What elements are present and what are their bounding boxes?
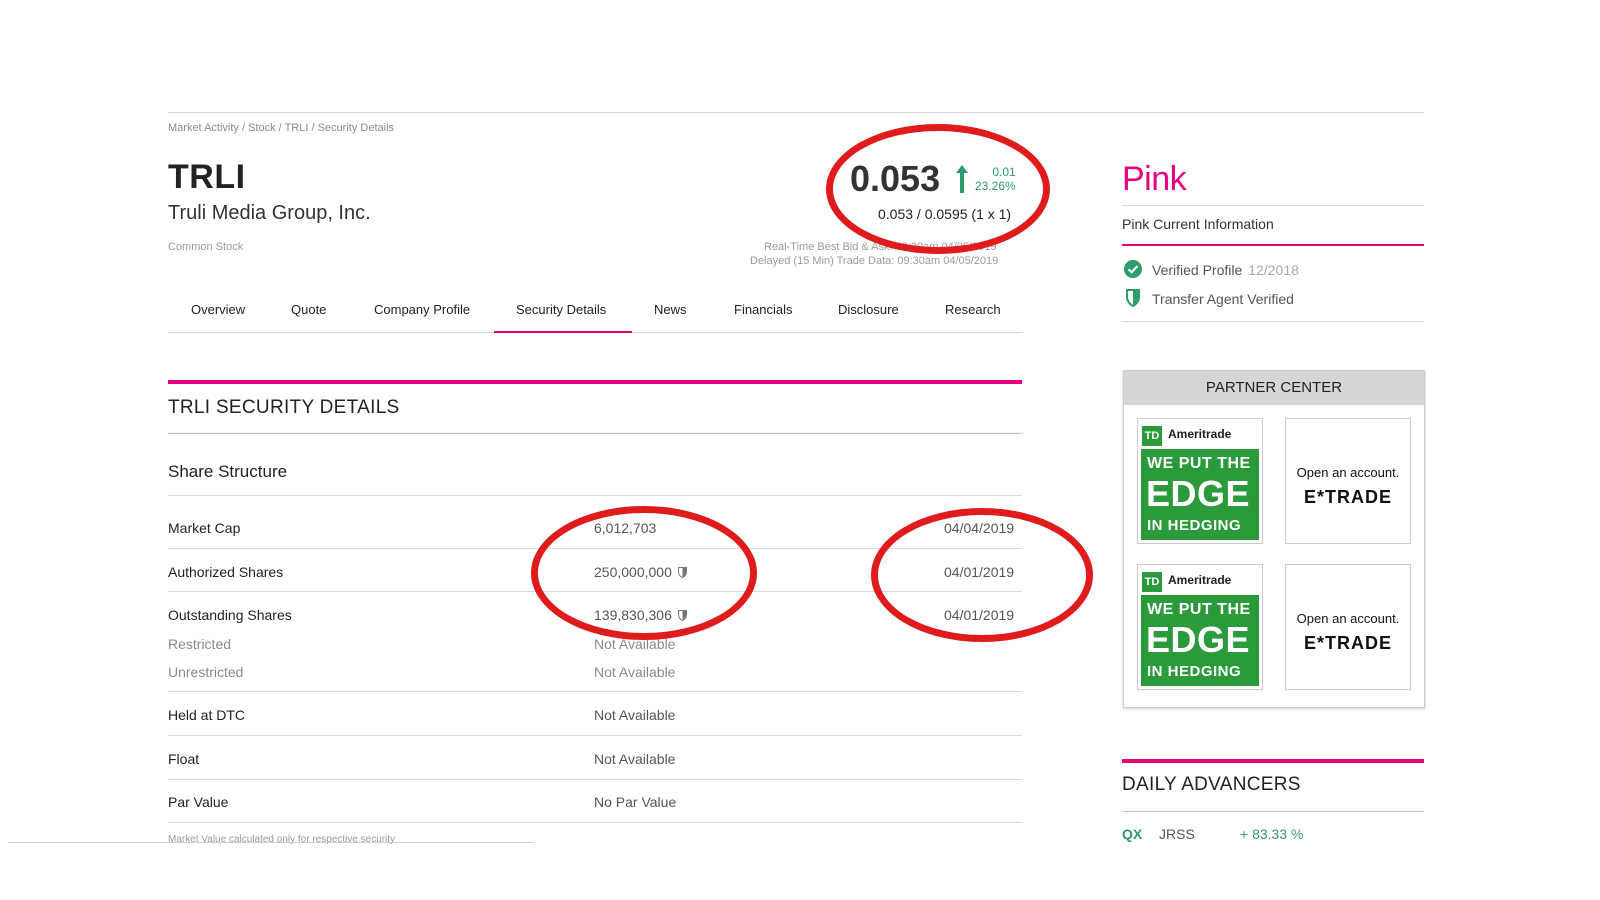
company-name: Truli Media Group, Inc. <box>168 202 371 224</box>
verified-profile-date: 12/2018 <box>1248 262 1299 278</box>
float-label: Float <box>168 751 200 767</box>
annotation-circle <box>871 508 1093 642</box>
section-accent-bar <box>168 380 1022 384</box>
divider <box>1122 205 1424 206</box>
breadcrumb-ticker[interactable]: TRLI <box>285 122 309 134</box>
breadcrumb-stock[interactable]: Stock <box>248 122 276 134</box>
otc-pink-logo[interactable]: Pink <box>1122 160 1187 199</box>
delayed-note: Delayed (15 Min) Trade Data: 09:30am 04/… <box>750 255 999 267</box>
divider <box>1122 321 1424 322</box>
daily-advancers-title: DAILY ADVANCERS <box>1122 774 1301 795</box>
etrade-logo: E*TRADE <box>1303 633 1392 653</box>
tier-info[interactable]: Pink Current Information <box>1122 216 1274 232</box>
tab-financials[interactable]: Financials <box>734 302 793 317</box>
verified-profile-label: Verified Profile <box>1152 262 1243 278</box>
verified-profile[interactable]: Verified Profile 12/2018 <box>1152 262 1299 278</box>
partner-center-title: PARTNER CENTER <box>1124 371 1424 405</box>
tab-company-profile[interactable]: Company Profile <box>374 302 470 317</box>
tab-quote[interactable]: Quote <box>291 302 326 317</box>
etrade-ad[interactable]: Open an account. E*TRADE <box>1285 564 1411 690</box>
ad-text: Open an account. <box>1296 465 1400 480</box>
section-divider <box>168 433 1022 434</box>
ad-headline-big: EDGE <box>1146 473 1251 514</box>
ticker-symbol: TRLI <box>168 158 246 196</box>
breadcrumb: Market Activity / Stock / TRLI / Securit… <box>168 122 395 134</box>
td-ameritrade-ad[interactable]: TD Ameritrade WE PUT THE EDGE IN HEDGING <box>1137 564 1263 690</box>
restricted-label: Restricted <box>168 636 232 652</box>
breadcrumb-market-activity[interactable]: Market Activity <box>168 122 239 134</box>
section-title: TRLI SECURITY DETAILS <box>168 397 400 418</box>
annotation-circle <box>531 506 757 640</box>
security-type: Common Stock <box>168 241 244 253</box>
breadcrumb-current: Security Details <box>317 122 395 134</box>
ad-headline-big: EDGE <box>1146 619 1251 660</box>
par-value-value: No Par Value <box>594 794 677 810</box>
share-structure-title: Share Structure <box>168 462 288 481</box>
divider <box>168 779 1022 780</box>
par-value-label: Par Value <box>168 794 229 810</box>
footnote: Market Value calculated only for respect… <box>168 834 396 845</box>
tab-overview[interactable]: Overview <box>191 302 245 317</box>
held-at-dtc-value: Not Available <box>594 707 676 723</box>
td-ameritrade-ad[interactable]: TD Ameritrade WE PUT THE EDGE IN HEDGING <box>1137 418 1263 544</box>
td-logo: TD <box>1142 572 1162 592</box>
td-logo: TD <box>1142 426 1162 446</box>
ad-headline: WE PUT THE <box>1147 455 1251 472</box>
tier-accent-line <box>1122 244 1424 246</box>
unrestricted-label: Unrestricted <box>168 664 244 680</box>
tab-security-details[interactable]: Security Details <box>516 302 606 317</box>
partner-center: PARTNER CENTER TD Ameritrade WE PUT THE … <box>1123 370 1425 708</box>
tab-disclosure[interactable]: Disclosure <box>838 302 899 317</box>
ad-subline: IN HEDGING <box>1147 517 1242 534</box>
float-value: Not Available <box>594 751 676 767</box>
annotation-circle <box>826 124 1050 254</box>
ad-subline: IN HEDGING <box>1147 663 1242 680</box>
market-cap-label: Market Cap <box>168 520 241 536</box>
held-at-dtc-label: Held at DTC <box>168 707 246 723</box>
ad-text: Open an account. <box>1296 611 1400 626</box>
shield-icon <box>1126 289 1140 307</box>
tab-bar: Overview Quote Company Profile Security … <box>168 290 1022 333</box>
ad-headline: WE PUT THE <box>1147 601 1251 618</box>
top-divider <box>168 112 1424 113</box>
divider <box>168 495 1022 496</box>
divider <box>168 691 1022 692</box>
unrestricted-value: Not Available <box>594 664 676 680</box>
tab-research[interactable]: Research <box>945 302 1001 317</box>
page-bottom-line <box>8 842 534 843</box>
ad-brand: Ameritrade <box>1168 573 1232 587</box>
market-tier-badge: QX <box>1122 826 1143 842</box>
advancers-divider <box>1122 811 1424 812</box>
tab-news[interactable]: News <box>654 302 687 317</box>
etrade-logo: E*TRADE <box>1303 487 1392 507</box>
check-circle-icon <box>1124 260 1142 278</box>
etrade-ad[interactable]: Open an account. E*TRADE <box>1285 418 1411 544</box>
advancer-change: + 83.33 % <box>1240 826 1304 842</box>
ad-brand: Ameritrade <box>1168 427 1232 441</box>
divider <box>168 822 1022 823</box>
authorized-shares-label: Authorized Shares <box>168 564 284 580</box>
divider <box>168 735 1022 736</box>
advancers-accent-bar <box>1122 759 1424 763</box>
transfer-agent-verified[interactable]: Transfer Agent Verified <box>1152 291 1294 307</box>
outstanding-shares-label: Outstanding Shares <box>168 607 292 623</box>
active-tab-indicator <box>494 331 632 333</box>
advancer-symbol[interactable]: JRSS <box>1159 826 1195 842</box>
